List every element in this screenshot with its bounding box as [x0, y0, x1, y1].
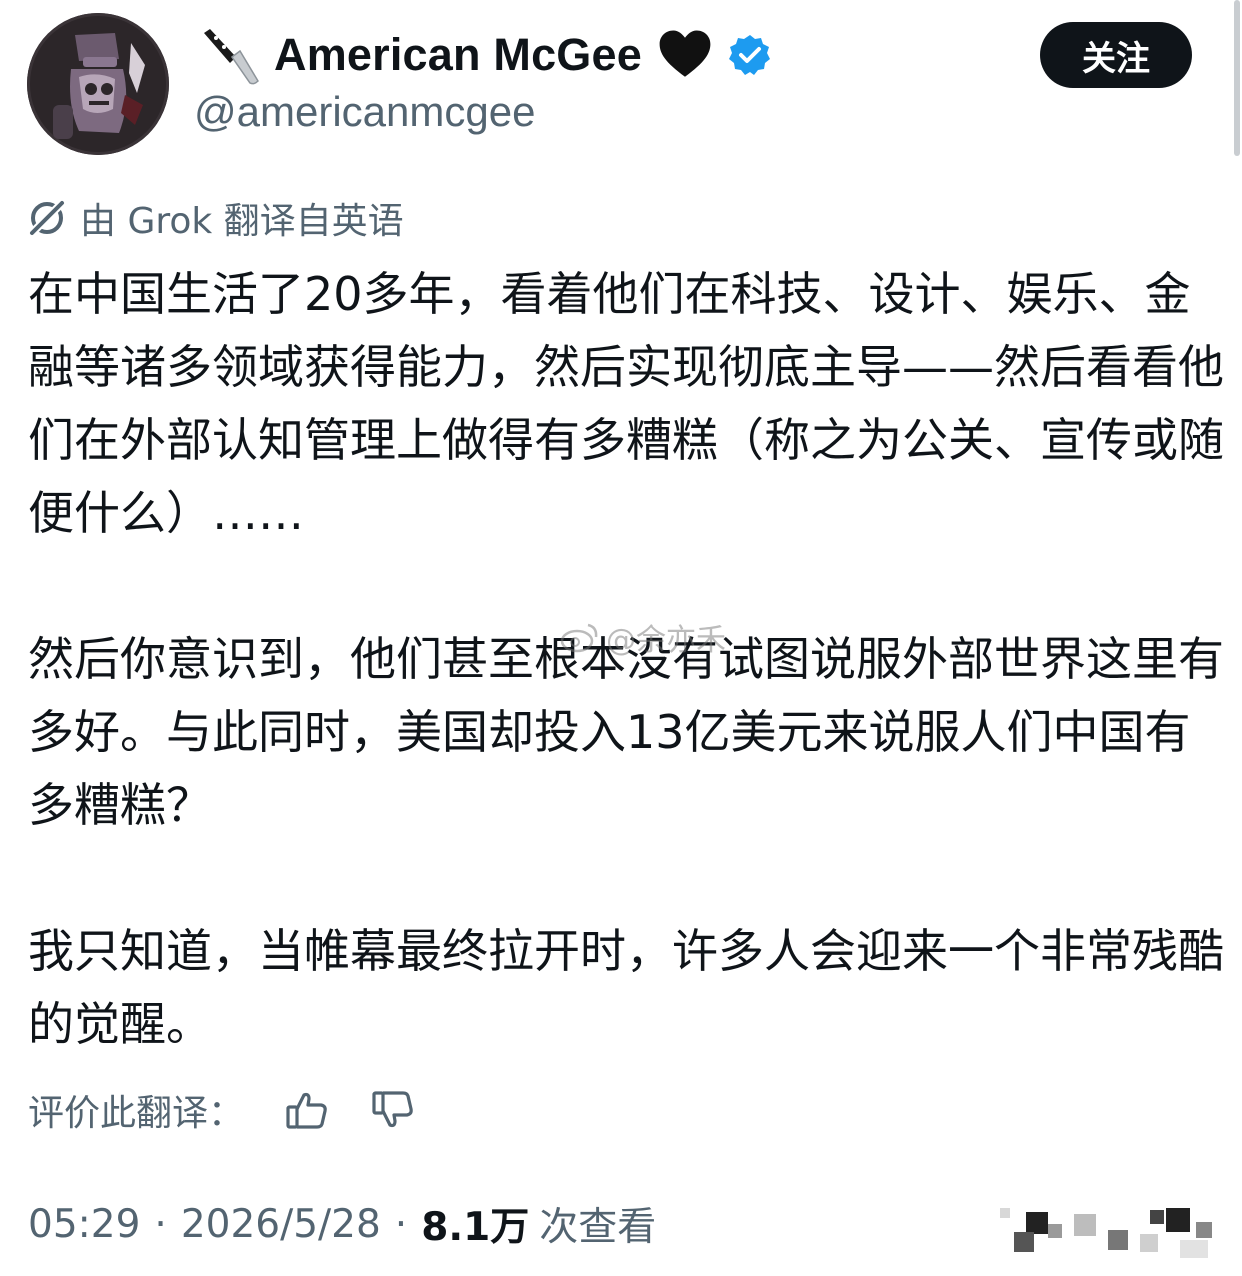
avatar[interactable] — [27, 13, 169, 155]
scrollbar[interactable] — [1234, 0, 1240, 156]
tweet-paragraph: 在中国生活了20多年，看着他们在科技、设计、娱乐、金融等诸多领域获得能力，然后实… — [28, 267, 1224, 540]
tweet-paragraph: 我只知道，当帷幕最终拉开时，许多人会迎来一个非常残酷的觉醒。 — [28, 924, 1224, 1051]
verified-badge-icon — [728, 33, 772, 77]
kitchen-knife-icon — [196, 23, 260, 87]
rate-translation-label: 评价此翻译： — [28, 1093, 245, 1134]
watermark: @余亦禾 — [560, 612, 726, 662]
black-heart-icon — [656, 26, 714, 84]
translation-note-label: 由 Grok 翻译自英语 — [80, 201, 404, 242]
thumbs-up-icon[interactable] — [284, 1087, 330, 1133]
corner-watermark — [1000, 1204, 1230, 1264]
grok-icon — [26, 197, 68, 239]
user-handle[interactable]: @americanmcgee — [194, 88, 535, 136]
watermark-text: @余亦禾 — [606, 623, 726, 658]
tweet-time[interactable]: 05:29 — [28, 1202, 140, 1247]
thumbs-down-icon[interactable] — [370, 1087, 416, 1133]
meta-separator: · — [154, 1201, 167, 1247]
meta-separator: · — [394, 1201, 408, 1247]
tweet-meta: 05:29 · 2026/5/28 · 8.1万 次查看 — [28, 1196, 656, 1252]
user-name-row[interactable]: American McGee — [196, 22, 772, 88]
weibo-logo-icon — [560, 621, 600, 653]
rate-translation-row: 评价此翻译： — [28, 1082, 416, 1138]
display-name[interactable]: American McGee — [274, 29, 642, 81]
views-count: 8.1万 — [421, 1205, 530, 1250]
tweet-date[interactable]: 2026/5/28 — [181, 1202, 381, 1247]
views-label: 次查看 — [539, 1205, 657, 1250]
translation-note[interactable]: 由 Grok 翻译自英语 — [26, 194, 404, 242]
follow-button[interactable]: 关注 — [1040, 22, 1192, 88]
